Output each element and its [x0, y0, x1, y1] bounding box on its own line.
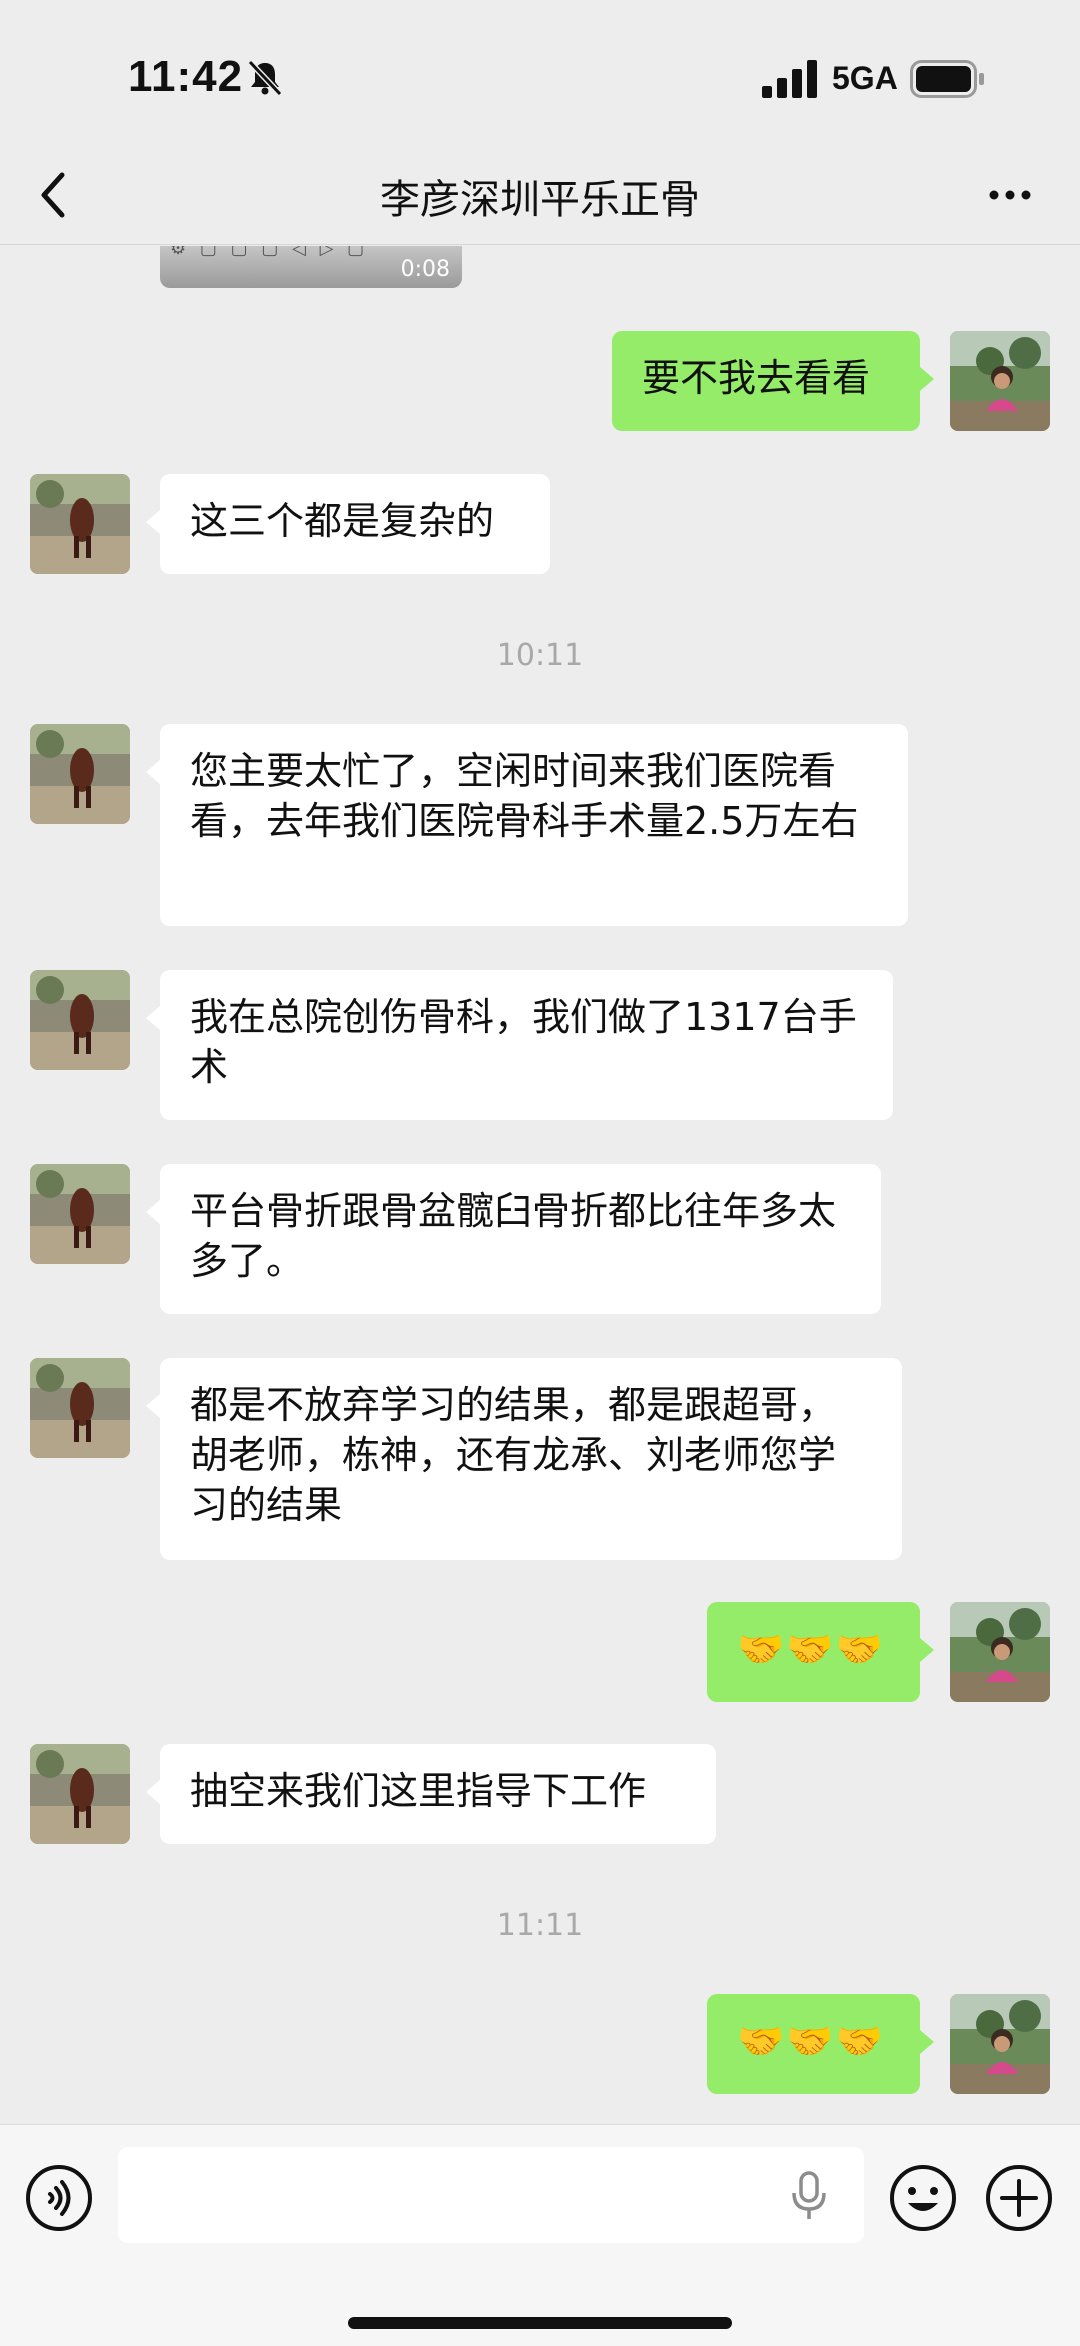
status-bar: 11:42 5GA — [0, 0, 1080, 145]
message-emoji: 🤝🤝🤝 — [737, 2019, 885, 2063]
self-avatar[interactable] — [950, 331, 1050, 431]
chat-area[interactable]: ⚙ ▢ ▢ ▢ ◁ ▷ ▢ 0:08 要不我去看看 这三个都是复杂的 10:11… — [0, 246, 1080, 2124]
message-bubble-incoming[interactable]: 都是不放弃学习的结果，都是跟超哥，胡老师，栋神，还有龙承、刘老师您学习的结果 — [146, 1358, 902, 1560]
contact-avatar[interactable] — [30, 474, 130, 574]
message-bubble-incoming[interactable]: 我在总院创伤骨科，我们做了1317台手术 — [146, 970, 893, 1120]
message-text: 平台骨折跟骨盆髋臼骨折都比往年多太多了。 — [190, 1189, 837, 1283]
contact-avatar[interactable] — [30, 724, 130, 824]
message-text: 抽空来我们这里指导下工作 — [190, 1769, 647, 1813]
timestamp: 10:11 — [496, 638, 584, 673]
more-dots-icon[interactable] — [980, 165, 1040, 225]
contact-avatar[interactable] — [30, 970, 130, 1070]
contact-avatar[interactable] — [30, 1164, 130, 1264]
voice-icon[interactable] — [24, 2163, 94, 2233]
emoji-icon[interactable] — [888, 2163, 958, 2233]
video-duration: 0:08 — [400, 257, 450, 282]
message-text: 都是不放弃学习的结果，都是跟超哥，胡老师，栋神，还有龙承、刘老师您学习的结果 — [190, 1383, 837, 1527]
message-text: 要不我去看看 — [642, 356, 871, 400]
bell-slash-icon — [247, 59, 283, 97]
status-time: 11:42 — [128, 52, 244, 101]
contact-avatar[interactable] — [30, 1358, 130, 1458]
contact-avatar[interactable] — [30, 1744, 130, 1844]
video-controls: ⚙ ▢ ▢ ▢ ◁ ▷ ▢ — [170, 246, 369, 259]
message-bubble-incoming[interactable]: 抽空来我们这里指导下工作 — [146, 1744, 716, 1844]
self-avatar[interactable] — [950, 1602, 1050, 1702]
message-input[interactable] — [118, 2147, 864, 2243]
chat-title: 李彦深圳平乐正骨 — [380, 177, 700, 223]
network-type: 5GA — [832, 60, 898, 96]
message-bubble-incoming[interactable]: 平台骨折跟骨盆髋臼骨折都比往年多太多了。 — [146, 1164, 881, 1314]
message-bubble-incoming[interactable]: 您主要太忙了，空闲时间来我们医院看看，去年我们医院骨科手术量2.5万左右 — [146, 724, 908, 926]
timestamp: 11:11 — [496, 1908, 584, 1943]
mic-icon[interactable] — [788, 2171, 830, 2221]
message-bubble-incoming[interactable]: 这三个都是复杂的 — [146, 474, 550, 574]
battery-icon — [910, 60, 984, 98]
message-emoji: 🤝🤝🤝 — [737, 1627, 885, 1671]
chat-header: 李彦深圳平乐正骨 — [0, 145, 1080, 245]
self-avatar[interactable] — [950, 1994, 1050, 2094]
message-text: 我在总院创伤骨科，我们做了1317台手术 — [190, 995, 857, 1089]
message-bubble-outgoing[interactable]: 🤝🤝🤝 — [707, 1602, 934, 1702]
video-message[interactable]: ⚙ ▢ ▢ ▢ ◁ ▷ ▢ 0:08 — [160, 246, 462, 288]
plus-icon[interactable] — [984, 2163, 1054, 2233]
home-indicator[interactable] — [348, 2317, 732, 2329]
input-bar — [0, 2124, 1080, 2346]
message-bubble-outgoing[interactable]: 🤝🤝🤝 — [707, 1994, 934, 2094]
message-text: 您主要太忙了，空闲时间来我们医院看看，去年我们医院骨科手术量2.5万左右 — [190, 749, 859, 843]
message-bubble-outgoing[interactable]: 要不我去看看 — [612, 331, 934, 431]
signal-icon — [762, 60, 817, 98]
message-text: 这三个都是复杂的 — [190, 499, 495, 543]
